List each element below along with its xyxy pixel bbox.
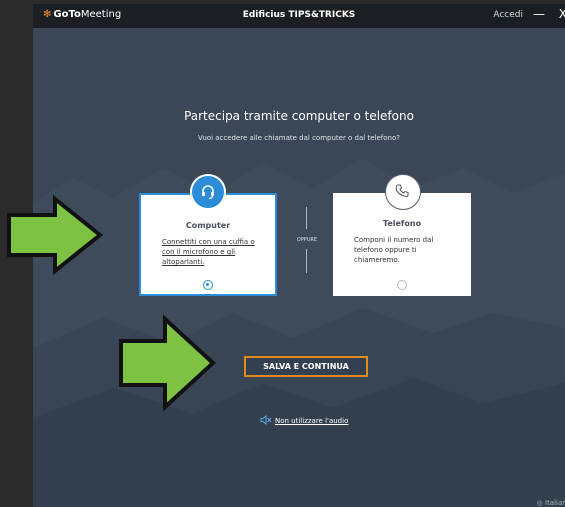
separator-line-top [306,207,307,229]
page-heading: Partecipa tramite computer o telefono [184,109,414,123]
computer-radio-button[interactable] [203,280,213,290]
app-window: ✻ GoToMeeting Edificius TIPS&TRICKS Acced… [33,4,565,507]
speaker-muted-icon [260,414,272,426]
no-audio-label: Non utilizzare l'audio [275,417,349,425]
phone-radio-button[interactable] [397,280,407,290]
computer-card-description: Connettiti con una cuffia o con il micro… [162,238,255,266]
globe-icon: ◎ [536,499,543,507]
minimize-button[interactable]: — [533,7,545,21]
right-arrow-icon [7,195,104,275]
title-bar: ✻ GoToMeeting Edificius TIPS&TRICKS Acced… [33,4,565,28]
separator-line-bottom [306,249,307,273]
window-title: Edificius TIPS&TRICKS [242,10,356,20]
phone-card-description: Componi il numero dal telefono oppure ti… [354,236,434,264]
language-selector[interactable]: ◎ Italiano [537,499,565,507]
save-and-continue-button[interactable]: SALVA E CONTINUA [244,356,368,377]
login-link[interactable]: Accedi [493,10,523,20]
separator-label: OPPURE [296,237,318,243]
language-label: Italiano [545,499,565,507]
phone-card-title: Telefono [382,219,422,228]
no-audio-link[interactable]: Non utilizzare l'audio [260,414,349,426]
close-button[interactable]: X [559,7,565,21]
right-arrow-icon-2 [119,315,216,411]
page-subheading: Vuoi accedere alle chiamate dal computer… [198,134,400,142]
mountain-background [33,158,565,507]
computer-card-title: Computer [185,221,231,230]
phone-icon [385,174,421,210]
headset-icon [190,174,226,210]
